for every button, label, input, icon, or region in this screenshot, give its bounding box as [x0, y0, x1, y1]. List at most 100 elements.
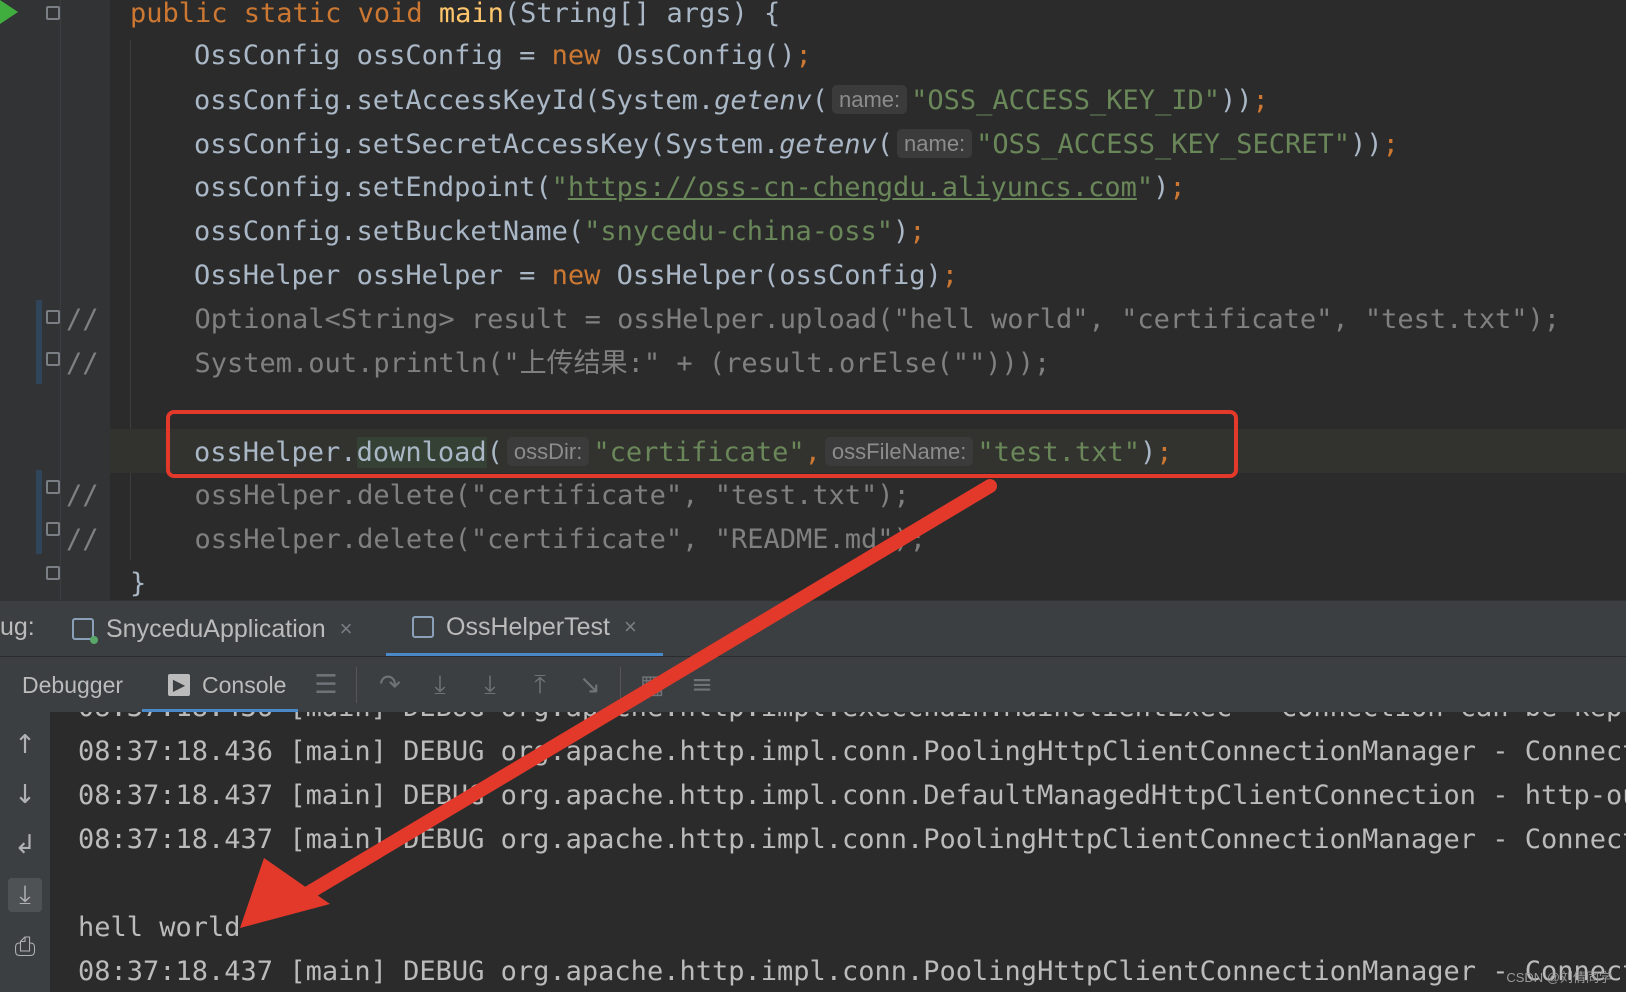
menu-icon[interactable]: ☰ — [310, 669, 342, 701]
run-to-cursor-icon[interactable]: ↘ — [574, 669, 606, 701]
step-over-icon[interactable]: ↷ — [374, 669, 406, 701]
string: "snycedu-china-oss" — [584, 216, 893, 247]
code-comment-delete-1: // ossHelper.delete("certificate", "test.… — [66, 474, 910, 518]
semicolon: ; — [941, 260, 959, 291]
debug-tab-bar: ug: SnyceduApplication × OssHelperTest × — [0, 600, 1626, 657]
console-side-toolbar: ↑ ↓ ↲ ⤓ ⎙ — [0, 712, 50, 992]
tab-snycedu-application[interactable]: SnyceduApplication × — [72, 601, 352, 657]
paren: )) — [1220, 85, 1253, 116]
fold-marker-icon[interactable] — [46, 6, 60, 20]
call: ossConfig.setSecretAccessKey(System. — [194, 129, 780, 160]
string: "OSS_ACCESS_KEY_ID" — [911, 85, 1220, 116]
code-line-main-signature: public static void main(String[] args) { — [130, 0, 780, 36]
comment-block-marker — [36, 470, 42, 554]
gutter-divider — [60, 0, 61, 600]
param-hint: name: — [831, 85, 908, 114]
var: ossConfig = — [340, 40, 552, 71]
fold-marker-icon[interactable] — [46, 522, 60, 536]
run-gutter-icon[interactable] — [0, 0, 18, 24]
code-line-set-access-key: ossConfig.setAccessKeyId(System.getenv(n… — [194, 78, 1269, 123]
toolbar-separator — [620, 667, 621, 703]
comment-code: ossHelper.delete("certificate", "test.tx… — [194, 480, 910, 511]
quote: " — [551, 172, 568, 203]
paren: ( — [811, 85, 828, 116]
fold-marker-icon[interactable] — [46, 352, 60, 366]
close-icon[interactable]: × — [624, 614, 637, 640]
console-line: 08:37:18.437 [main] DEBUG org.apache.htt… — [78, 780, 1626, 811]
force-step-into-icon[interactable]: ⤓ — [474, 669, 506, 701]
console-line: 08:37:18.436 [main] DEBUG org.apache.htt… — [78, 736, 1626, 767]
semicolon: ; — [1169, 172, 1186, 203]
console-line: 08:37:18.437 [main] DEBUG org.apache.htt… — [78, 824, 1626, 855]
comment-code: System.out.println("上传结果:" + (result.orE… — [194, 348, 1051, 379]
console-icon: ▶ — [168, 674, 190, 696]
type: OssConfig — [194, 40, 341, 71]
quote: " — [1136, 172, 1154, 203]
comment-code: ossHelper.delete("certificate", "README.… — [194, 524, 927, 555]
closing-brace: } — [130, 568, 147, 599]
comment-slashes: // — [66, 348, 99, 379]
params: (String[] args) { — [503, 0, 781, 29]
fold-marker-icon[interactable] — [46, 480, 60, 494]
tab-debugger[interactable]: Debugger — [22, 657, 123, 713]
comment-block-marker — [36, 300, 42, 384]
comment-code: Optional<String> result = ossHelper.uplo… — [194, 304, 1560, 335]
endpoint-url-link[interactable]: https://oss-cn-chengdu.aliyuncs.com — [568, 172, 1137, 203]
semicolon: ; — [795, 40, 812, 71]
down-arrow-icon[interactable]: ↓ — [8, 778, 42, 812]
watermark: CSDN @刘倩同学 — [1506, 970, 1612, 985]
tab-label: Debugger — [22, 671, 124, 698]
evaluate-icon[interactable]: ▦ — [636, 669, 668, 701]
paren: ) — [1153, 172, 1170, 203]
fold-marker-icon[interactable] — [46, 566, 60, 580]
print-icon[interactable]: ⎙ — [8, 930, 42, 964]
comment-slashes: // — [66, 524, 99, 555]
step-into-icon[interactable]: ⤓ — [424, 669, 456, 701]
comment-slashes: // — [66, 480, 99, 511]
ctor: OssHelper(ossConfig) — [600, 260, 942, 291]
method: getenv — [714, 85, 812, 116]
code-line-set-bucket: ossConfig.setBucketName("snycedu-china-o… — [194, 210, 926, 254]
code-line-osshelper: OssHelper ossHelper = new OssHelper(ossC… — [194, 254, 958, 298]
fold-marker-icon[interactable] — [46, 310, 60, 324]
keyword: new — [551, 40, 601, 71]
semicolon: ; — [1252, 85, 1269, 116]
console-output[interactable]: ↑ ↓ ↲ ⤓ ⎙ 08:37:18.436 [main] DEBUG org.… — [0, 712, 1626, 992]
step-out-icon[interactable]: ⤒ — [524, 669, 556, 701]
debug-label: ug: — [0, 613, 35, 641]
code-editor[interactable]: public static void main(String[] args) {… — [0, 0, 1626, 600]
trace-icon[interactable]: ≡ — [686, 669, 718, 701]
tab-console[interactable]: ▶ Console — [142, 657, 298, 713]
app-config-icon — [72, 618, 98, 644]
call: ossConfig.setEndpoint( — [194, 172, 552, 203]
keyword: new — [551, 260, 601, 291]
console-line: 08:37:18.437 [main] DEBUG org.apache.htt… — [78, 956, 1626, 987]
method: getenv — [779, 129, 877, 160]
debug-toolbar: Debugger ▶ Console ☰ ↷ ⤓ ⤓ ⤒ ↘ ▦ ≡ — [0, 656, 1626, 714]
ctor: OssConfig() — [600, 40, 796, 71]
comment-slashes: // — [66, 304, 99, 335]
annotation-highlight-box — [166, 410, 1238, 478]
paren: )) — [1350, 129, 1383, 160]
var: ossHelper = — [340, 260, 552, 291]
tab-osshelpertest[interactable]: OssHelperTest × — [386, 601, 663, 657]
code-line-set-endpoint: ossConfig.setEndpoint("https://oss-cn-ch… — [194, 166, 1186, 210]
close-icon[interactable]: × — [340, 616, 353, 642]
scroll-to-end-icon[interactable]: ⤓ — [8, 878, 42, 912]
up-arrow-icon[interactable]: ↑ — [8, 728, 42, 762]
soft-wrap-icon[interactable]: ↲ — [8, 828, 42, 862]
console-output-hell-world: hell world — [78, 912, 241, 943]
tab-label: OssHelperTest — [446, 612, 610, 641]
string: "OSS_ACCESS_KEY_SECRET" — [976, 129, 1351, 160]
semicolon: ; — [909, 216, 926, 247]
test-config-icon — [412, 616, 434, 638]
call: ossConfig.setBucketName( — [194, 216, 585, 247]
tab-label: Console — [202, 671, 287, 698]
paren: ( — [876, 129, 894, 160]
code-comment-upload: // Optional<String> result = ossHelper.up… — [66, 298, 1560, 342]
tab-label: SnyceduApplication — [106, 614, 326, 643]
paren: ) — [893, 216, 910, 247]
toolbar-separator — [356, 667, 357, 703]
keyword: public static void — [130, 0, 439, 29]
console-line: 08:37:18.436 [main] DEBUG org.apache.htt… — [78, 712, 1626, 730]
